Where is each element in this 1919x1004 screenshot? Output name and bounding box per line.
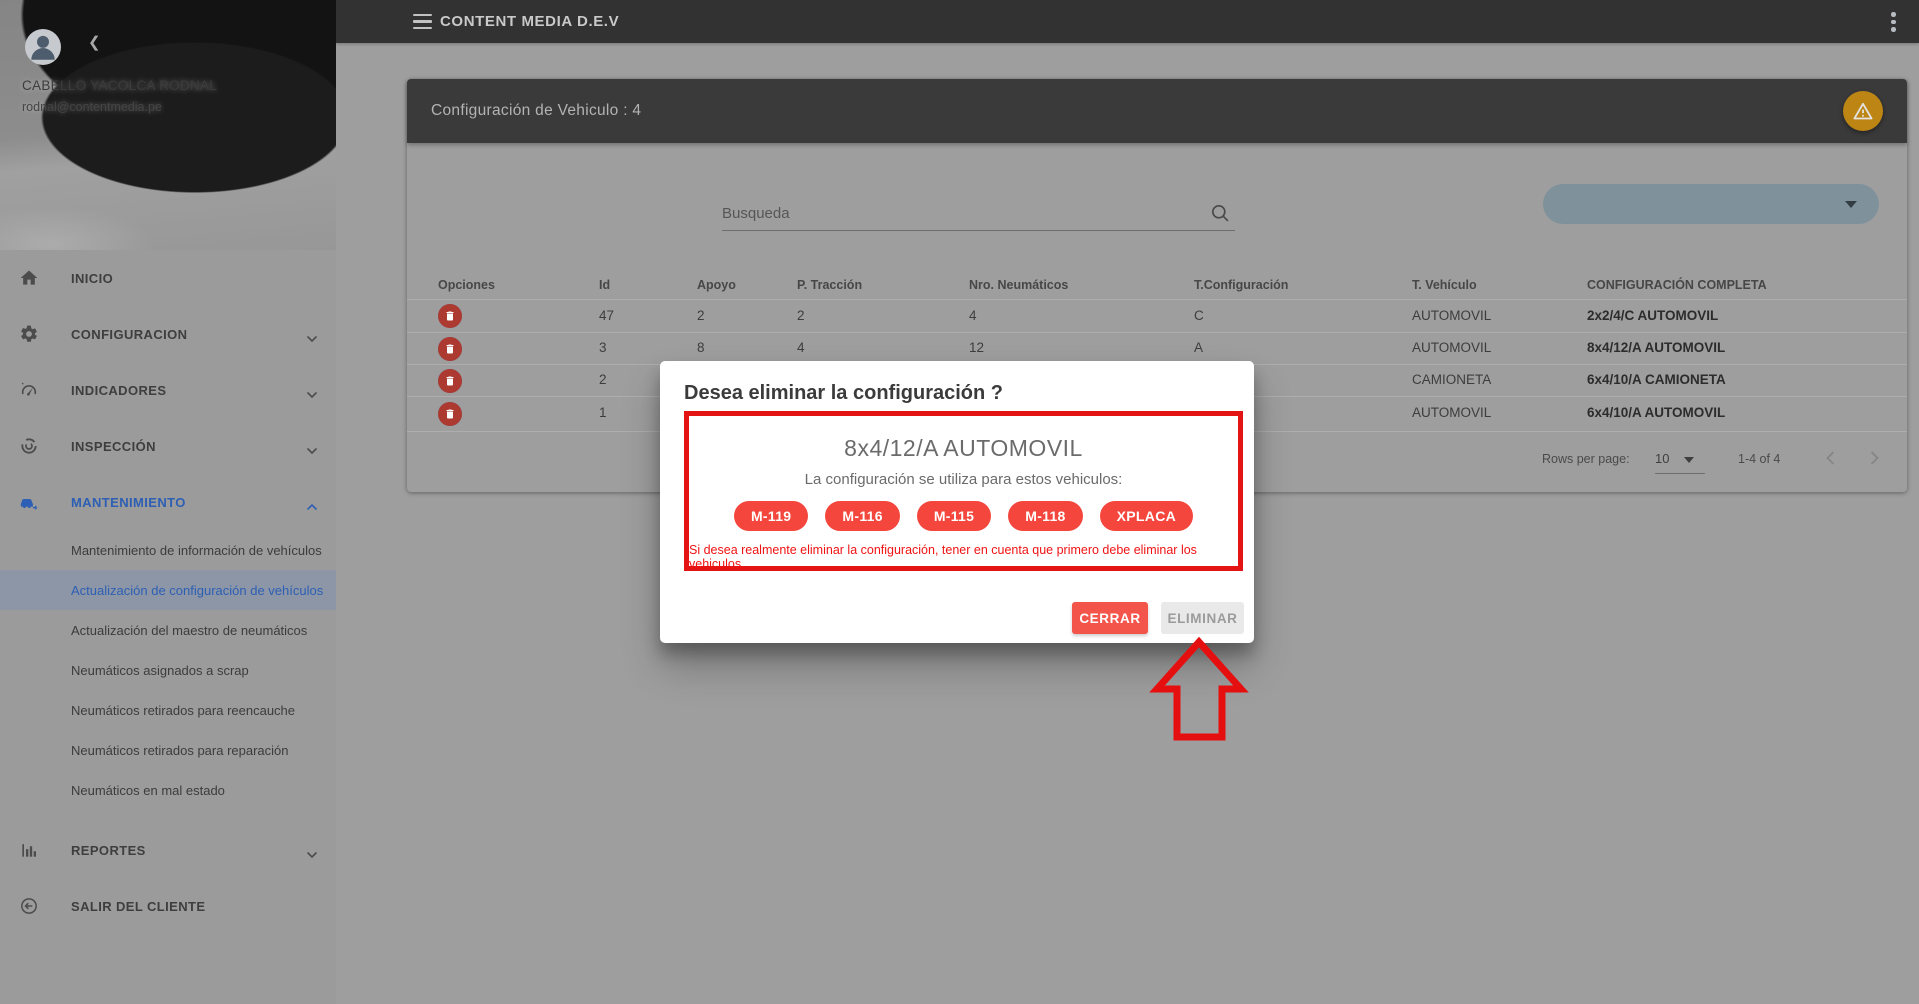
delete-config-dialog: Desea eliminar la configuración ? 8x4/12… <box>660 361 1254 643</box>
avatar[interactable] <box>25 29 61 65</box>
warning-triangle-icon <box>1851 99 1875 123</box>
overflow-menu-icon[interactable] <box>1891 12 1897 32</box>
pagination-range: 1-4 of 4 <box>1738 452 1780 466</box>
sidebar-item-indicadores[interactable]: INDICADORES <box>0 362 336 418</box>
chevron-down-icon <box>306 442 318 450</box>
chevron-up-icon <box>306 498 318 506</box>
inspection-icon <box>19 436 39 456</box>
topbar: CONTENT MEDIA D.E.V <box>336 0 1919 43</box>
sidebar-subitem-actualizacion-configuracion[interactable]: Actualización de configuración de vehícu… <box>0 570 336 610</box>
app-root: CONTENT MEDIA D.E.V ❮ CABELLO YACOLCA RO… <box>0 0 1919 1004</box>
sidebar-menu: INICIO CONFIGURACION INDICADORES <box>0 250 336 934</box>
vehicle-pill[interactable]: M-115 <box>917 501 991 531</box>
sidebar-subitem-neumaticos-reencauche[interactable]: Neumáticos retirados para reencauche <box>0 690 336 730</box>
vehicle-icon <box>19 492 39 512</box>
vehicle-pill[interactable]: XPLACA <box>1100 501 1193 531</box>
vehicle-pill[interactable]: M-119 <box>734 501 808 531</box>
table-row: 47 2 2 4 C AUTOMOVIL 2x2/4/C AUTOMOVIL <box>407 300 1907 333</box>
profile-email: rodnal@contentmedia.pe <box>22 100 162 114</box>
gear-icon <box>19 324 39 344</box>
delete-button[interactable] <box>438 337 462 361</box>
delete-button[interactable] <box>438 304 462 328</box>
dialog-warning-box: 8x4/12/A AUTOMOVIL La configuración se u… <box>684 411 1243 571</box>
person-icon <box>25 29 61 65</box>
vehicle-pill[interactable]: M-116 <box>825 501 899 531</box>
sidebar-item-inicio[interactable]: INICIO <box>0 250 336 306</box>
next-page-button[interactable] <box>1862 446 1886 470</box>
table-header-row: Opciones Id Apoyo P. Tracción Nro. Neumá… <box>407 272 1907 300</box>
search-placeholder: Busqueda <box>722 205 790 222</box>
select-caret-icon <box>1845 201 1857 208</box>
rows-per-page-label: Rows per page: <box>1542 452 1630 466</box>
rows-per-page-select[interactable]: 10 <box>1655 451 1669 466</box>
logout-icon <box>19 896 39 916</box>
sidebar-item-reportes[interactable]: REPORTES <box>0 822 336 878</box>
profile-name: CABELLO YACOLCA RODNAL <box>22 78 217 93</box>
gauge-icon <box>19 380 39 400</box>
page-title: Configuración de Vehiculo : 4 <box>431 79 641 143</box>
dialog-actions: CERRAR ELIMINAR <box>1072 602 1244 634</box>
vehicle-pill[interactable]: M-118 <box>1008 501 1082 531</box>
chevron-down-icon <box>306 386 318 394</box>
filter-select[interactable] <box>1543 184 1879 224</box>
cerrar-button[interactable]: CERRAR <box>1072 602 1148 634</box>
collapse-back-icon[interactable]: ❮ <box>88 33 101 51</box>
sidebar-subitem-neumaticos-mal-estado[interactable]: Neumáticos en mal estado <box>0 770 336 810</box>
config-name: 8x4/12/A AUTOMOVIL <box>844 435 1083 462</box>
profile-header: ❮ CABELLO YACOLCA RODNAL rodnal@contentm… <box>0 0 336 250</box>
vehicle-pill-list: M-119 M-116 M-115 M-118 XPLACA <box>734 501 1193 531</box>
sidebar-subitem-neumaticos-scrap[interactable]: Neumáticos asignados a scrap <box>0 650 336 690</box>
delete-button[interactable] <box>438 402 462 426</box>
menu-hamburger-icon[interactable] <box>413 14 432 29</box>
eliminar-button[interactable]: ELIMINAR <box>1161 602 1244 634</box>
search-input[interactable]: Busqueda <box>722 199 1235 231</box>
chevron-down-icon <box>306 330 318 338</box>
warning-button[interactable] <box>1843 91 1883 131</box>
rows-per-page-caret-icon[interactable] <box>1684 457 1694 463</box>
search-icon[interactable] <box>1210 203 1231 224</box>
previous-page-button[interactable] <box>1819 446 1843 470</box>
sidebar-item-configuracion[interactable]: CONFIGURACION <box>0 306 336 362</box>
card-header: Configuración de Vehiculo : 4 <box>407 79 1907 143</box>
sidebar: ❮ CABELLO YACOLCA RODNAL rodnal@contentm… <box>0 0 336 1004</box>
sidebar-item-mantenimiento[interactable]: MANTENIMIENTO <box>0 474 336 530</box>
app-title: CONTENT MEDIA D.E.V <box>440 0 619 43</box>
sidebar-subitem-mantenimiento-informacion[interactable]: Mantenimiento de información de vehículo… <box>0 530 336 570</box>
delete-warning-text: Si desea realmente eliminar la configura… <box>689 543 1238 571</box>
delete-button[interactable] <box>438 369 462 393</box>
home-icon <box>19 268 39 288</box>
config-subtitle: La configuración se utiliza para estos v… <box>805 471 1123 488</box>
sidebar-item-salir[interactable]: SALIR DEL CLIENTE <box>0 878 336 934</box>
sidebar-item-inspeccion[interactable]: INSPECCIÓN <box>0 418 336 474</box>
sidebar-subitem-neumaticos-reparacion[interactable]: Neumáticos retirados para reparación <box>0 730 336 770</box>
chevron-down-icon <box>306 846 318 854</box>
bar-chart-icon <box>19 840 39 860</box>
dialog-title: Desea eliminar la configuración ? <box>684 382 1003 405</box>
sidebar-subitem-actualizacion-maestro[interactable]: Actualización del maestro de neumáticos <box>0 610 336 650</box>
